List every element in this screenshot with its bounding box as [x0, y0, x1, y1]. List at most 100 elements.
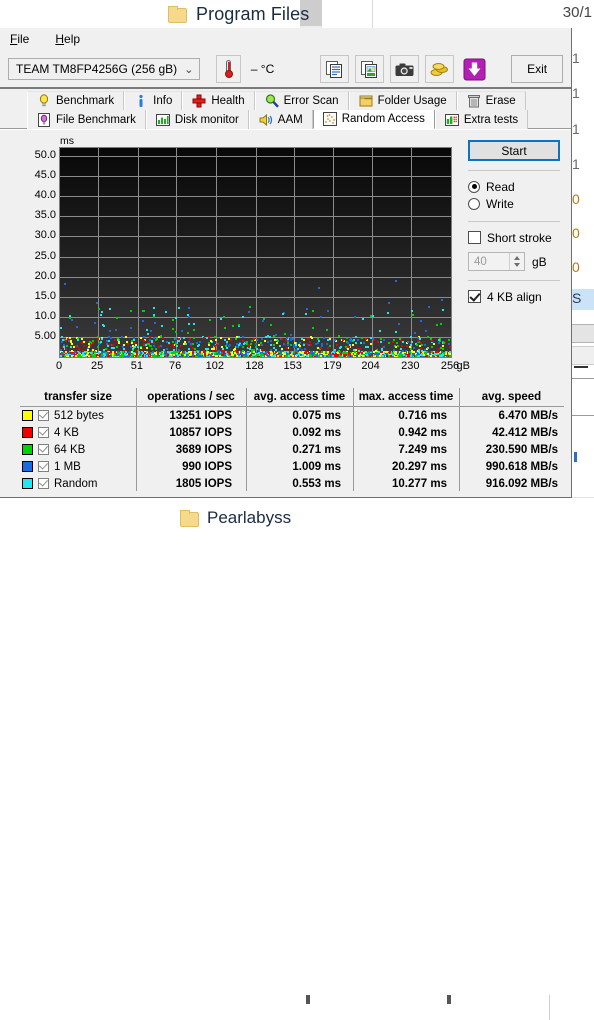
- chart-point: [273, 347, 276, 350]
- chart-point: [293, 343, 296, 346]
- background-bottom-folder-title: Pearlabyss: [207, 508, 292, 527]
- download-button[interactable]: [460, 55, 490, 83]
- results-label-cell[interactable]: 1 MB: [20, 461, 136, 473]
- chart-point: [161, 337, 164, 340]
- align-label: 4 KB align: [487, 289, 542, 304]
- chart-point: [187, 347, 190, 350]
- chart-point: [353, 338, 356, 341]
- row-checkbox[interactable]: [38, 427, 49, 438]
- results-label-cell[interactable]: 512 bytes: [20, 410, 136, 422]
- row-checkbox[interactable]: [38, 444, 49, 455]
- screenshot-button[interactable]: [390, 55, 420, 83]
- drive-select[interactable]: TEAM TM8FP4256G (256 gB) ⌄: [8, 58, 201, 80]
- stepper-arrows[interactable]: [509, 253, 524, 270]
- radio-read[interactable]: Read: [468, 178, 564, 195]
- chart-point: [400, 347, 403, 350]
- radio-write[interactable]: Write: [468, 195, 564, 212]
- table-row[interactable]: 1 MB 990 IOPS 1.009 ms 20.297 ms 990.618 MB/…: [20, 458, 564, 475]
- exit-button[interactable]: Exit: [511, 55, 563, 83]
- chart-point: [274, 350, 277, 353]
- chart-point: [69, 355, 72, 357]
- stepper-down-icon[interactable]: [514, 263, 520, 267]
- chart-point: [402, 354, 405, 357]
- chart-point: [161, 324, 164, 327]
- chart-point: [307, 338, 310, 341]
- chart-point: [309, 340, 312, 343]
- chart-point: [418, 338, 421, 341]
- chart-point: [365, 351, 368, 354]
- background-folder-row[interactable]: Program Files: [168, 0, 309, 28]
- chart-gridline-v: [98, 148, 100, 357]
- chart-point: [448, 338, 451, 341]
- chart-point: [360, 342, 363, 345]
- chart-point: [269, 336, 272, 339]
- chart-point: [270, 343, 273, 346]
- chart-point: [328, 354, 331, 357]
- menu-item-file[interactable]: File: [10, 32, 29, 46]
- chart-x-tick: 128: [245, 360, 264, 372]
- table-row[interactable]: 4 KB 10857 IOPS 0.092 ms 0.942 ms 42.412 MB/…: [20, 424, 564, 441]
- results-label-cell[interactable]: 4 KB: [20, 427, 136, 439]
- short-stroke-checkbox[interactable]: Short stroke: [468, 229, 564, 246]
- chart-gridline-v: [293, 148, 295, 357]
- copy-text-button[interactable]: [320, 55, 350, 83]
- background-button-fragment[interactable]: [571, 324, 594, 343]
- chart-point: [224, 353, 227, 356]
- align-checkbox[interactable]: 4 KB align: [468, 288, 564, 305]
- menu-item-help[interactable]: Help: [55, 32, 80, 46]
- copy-image-button[interactable]: [355, 55, 385, 83]
- tab-extra-tests[interactable]: Extra tests: [434, 110, 529, 129]
- chart-point: [344, 351, 347, 354]
- chart-point: [430, 350, 433, 353]
- chart-point: [302, 343, 305, 346]
- chart-point: [110, 347, 113, 350]
- results-label-cell[interactable]: Random: [20, 478, 136, 490]
- row-checkbox[interactable]: [38, 461, 49, 472]
- tab-info[interactable]: Info: [124, 91, 183, 110]
- results-header-cell: avg. access time: [253, 391, 346, 403]
- chart-point: [442, 342, 445, 345]
- background-bottom-folder-row[interactable]: Pearlabyss: [180, 508, 291, 528]
- tab-erase[interactable]: Erase: [456, 91, 526, 110]
- short-stroke-stepper[interactable]: 40: [468, 252, 525, 271]
- results-avg-access-cell: 0.075 ms: [292, 409, 341, 422]
- row-checkbox[interactable]: [38, 478, 49, 489]
- chart-point: [295, 348, 298, 351]
- chart-point: [244, 355, 247, 357]
- chart-gridline-v: [137, 148, 139, 357]
- tab-folder-usage[interactable]: Folder Usage: [348, 91, 457, 110]
- donate-button[interactable]: [425, 55, 455, 83]
- tab-random-access[interactable]: Random Access: [312, 110, 435, 129]
- tab-health[interactable]: Health: [182, 91, 255, 110]
- results-label-cell[interactable]: 64 KB: [20, 444, 136, 456]
- tab-disk-monitor[interactable]: Disk monitor: [145, 110, 249, 129]
- copy-text-icon: [325, 60, 342, 78]
- chart-point: [108, 330, 111, 333]
- stepper-up-icon[interactable]: [514, 256, 520, 260]
- chart-point: [337, 335, 340, 338]
- chart-point: [163, 351, 166, 354]
- tab-file-benchmark[interactable]: File Benchmark: [27, 110, 146, 129]
- tab-aam[interactable]: AAM: [248, 110, 313, 129]
- table-row[interactable]: 512 bytes 13251 IOPS 0.075 ms 0.716 ms 6.470…: [20, 407, 564, 424]
- temperature-button[interactable]: [216, 55, 241, 83]
- chart-point: [211, 349, 214, 352]
- chart-point: [332, 352, 335, 355]
- background-button-fragment-2[interactable]: [571, 346, 594, 365]
- results-ops-cell: 10857 IOPS: [169, 426, 232, 439]
- chart-point: [132, 347, 135, 350]
- chart-point: [282, 313, 285, 316]
- legend-color-swatch: [22, 427, 33, 438]
- row-checkbox[interactable]: [38, 410, 49, 421]
- table-row[interactable]: 64 KB 3689 IOPS 0.271 ms 7.249 ms 230.590 MB…: [20, 441, 564, 458]
- chart-point: [77, 354, 80, 357]
- chart-point: [358, 350, 361, 353]
- tab-benchmark[interactable]: Benchmark: [27, 91, 125, 110]
- chart-point: [401, 352, 404, 355]
- table-row[interactable]: Random 1805 IOPS 0.553 ms 10.277 ms 916.092 …: [20, 475, 564, 492]
- results-avg-access-cell: 0.271 ms: [292, 443, 341, 456]
- start-button[interactable]: Start: [468, 140, 560, 161]
- chart-point: [329, 338, 332, 341]
- tab-error-scan[interactable]: Error Scan: [254, 91, 349, 110]
- chart-point: [317, 286, 320, 289]
